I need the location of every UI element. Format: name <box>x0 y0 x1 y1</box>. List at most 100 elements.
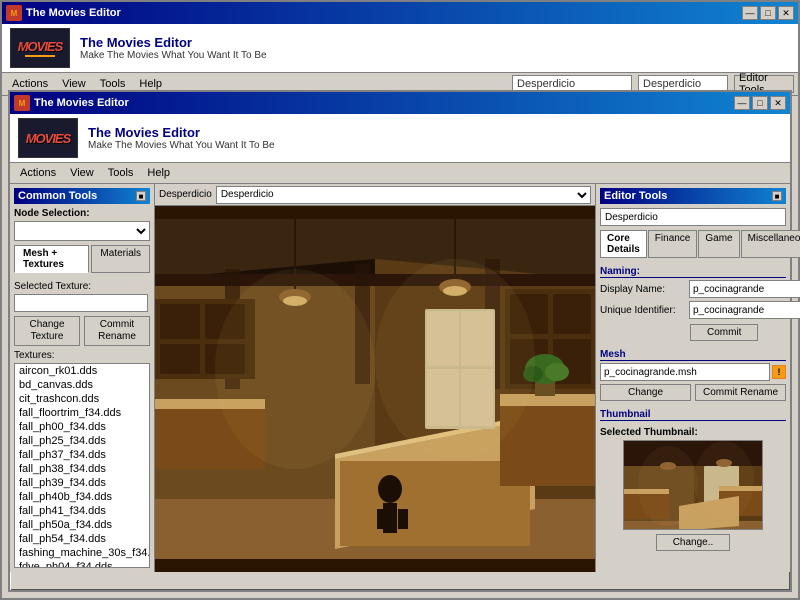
node-selection-label: Node Selection: <box>14 208 150 219</box>
inner-menu-help[interactable]: Help <box>141 165 176 181</box>
unique-id-label: Unique Identifier: <box>600 305 685 316</box>
naming-commit-button[interactable]: Commit <box>690 324 758 341</box>
editor-current-value[interactable] <box>600 208 786 226</box>
texture-btn-row: Change Texture Commit Rename <box>14 316 150 346</box>
search-text2: Desperdicio <box>643 78 701 90</box>
list-item[interactable]: fall_floortrim_f34.dds <box>15 406 149 420</box>
logo-movies-text: MOVIES <box>18 39 63 54</box>
inner-app-icon: M <box>14 95 30 111</box>
left-panel-icon[interactable]: ■ <box>136 191 146 201</box>
inner-app-subtitle: Make The Movies What You Want It To Be <box>88 140 275 151</box>
viewport-dropdown[interactable]: Desperdicio <box>216 186 591 204</box>
editor-tools-title-text: Editor Tools <box>604 190 667 202</box>
left-panel-title: Common Tools ■ <box>14 188 150 204</box>
inner-menu-bar: Actions View Tools Help <box>10 163 790 184</box>
maximize-button[interactable]: □ <box>760 6 776 20</box>
change-thumbnail-button[interactable]: Change.. <box>656 534 731 551</box>
right-panel: Editor Tools ■ Core Details Finance Game… <box>595 184 790 572</box>
tab-materials[interactable]: Materials <box>91 245 150 273</box>
mesh-input-field[interactable] <box>600 363 770 381</box>
inner-title-text: The Movies Editor <box>34 97 129 109</box>
search-text1: Desperdicio <box>517 78 575 90</box>
left-panel: Common Tools ■ Node Selection: Mesh + Te… <box>10 184 155 572</box>
thumbnail-section: Selected Thumbnail: <box>600 427 786 551</box>
texture-list[interactable]: aircon_rk01.dds bd_canvas.dds cit_trashc… <box>14 363 150 568</box>
list-item[interactable]: fall_ph39_f34.dds <box>15 476 149 490</box>
inner-close-button[interactable]: ✕ <box>770 96 786 110</box>
tab-core-details[interactable]: Core Details <box>600 230 647 258</box>
naming-section-header: Naming: <box>600 266 786 278</box>
minimize-button[interactable]: — <box>742 6 758 20</box>
outer-title-text: The Movies Editor <box>26 7 121 19</box>
list-item[interactable]: bd_canvas.dds <box>15 378 149 392</box>
viewport-scene <box>155 206 595 572</box>
viewport-top-bar: Desperdicio Desperdicio <box>155 184 595 206</box>
inner-app-title: The Movies Editor <box>88 125 275 140</box>
editor-tools-title: Editor Tools ■ <box>600 188 786 204</box>
selected-thumbnail-label: Selected Thumbnail: <box>600 427 786 438</box>
display-name-input[interactable] <box>689 280 800 298</box>
list-item[interactable]: cit_trashcon.dds <box>15 392 149 406</box>
list-item[interactable]: fall_ph40b_f34.dds <box>15 490 149 504</box>
app-icon: M <box>6 5 22 21</box>
tab-miscellaneous[interactable]: Miscellaneous <box>741 230 800 258</box>
app-subtitle: Make The Movies What You Want It To Be <box>80 50 267 61</box>
mesh-warning-icon[interactable]: ! <box>772 365 786 379</box>
list-item[interactable]: fall_ph54_f34.dds <box>15 532 149 546</box>
list-item[interactable]: fall_ph37_f34.dds <box>15 448 149 462</box>
tab-finance[interactable]: Finance <box>648 230 698 258</box>
viewport-label: Desperdicio <box>159 189 212 200</box>
texture-input-field[interactable] <box>14 294 148 312</box>
tab-game[interactable]: Game <box>698 230 739 258</box>
display-name-label: Display Name: <box>600 284 685 295</box>
inner-minimize-button[interactable]: — <box>734 96 750 110</box>
mesh-change-button[interactable]: Change <box>600 384 691 401</box>
mesh-section-header: Mesh <box>600 349 786 361</box>
app-header: MOVIES The Movies Editor Make The Movies… <box>2 24 798 73</box>
list-item[interactable]: fall_ph25_f34.dds <box>15 434 149 448</box>
inner-app-logo: MOVIES <box>18 118 78 158</box>
textures-label: Textures: <box>14 350 150 361</box>
left-tabs-row: Mesh + Textures Materials <box>14 245 150 273</box>
center-panel: Desperdicio Desperdicio <box>155 184 595 572</box>
list-item[interactable]: aircon_rk01.dds <box>15 364 149 378</box>
list-item[interactable]: fall_ph50a_f34.dds <box>15 518 149 532</box>
list-item[interactable]: fdve_ph04_f34.dds <box>15 560 149 568</box>
inner-app-title-area: The Movies Editor Make The Movies What Y… <box>88 125 275 151</box>
editor-tools-icon[interactable]: ■ <box>772 191 782 201</box>
display-name-row: Display Name: <box>600 280 786 298</box>
right-tabs-row: Core Details Finance Game Miscellaneous <box>600 230 786 258</box>
close-button[interactable]: ✕ <box>778 6 794 20</box>
outer-title-bar: M The Movies Editor — □ ✕ <box>2 2 798 24</box>
mesh-input-row: ! <box>600 363 786 381</box>
mesh-commit-rename-button[interactable]: Commit Rename <box>695 384 786 401</box>
thumbnail-preview <box>623 440 763 530</box>
thumbnail-section-header: Thumbnail <box>600 409 786 421</box>
change-texture-button[interactable]: Change Texture <box>14 316 80 346</box>
main-content: Common Tools ■ Node Selection: Mesh + Te… <box>10 184 790 572</box>
list-item[interactable]: fall_ph38_f34.dds <box>15 462 149 476</box>
list-item[interactable]: fashing_machine_30s_f34.dds <box>15 546 149 560</box>
app-title: The Movies Editor <box>80 35 267 50</box>
inner-app-header: MOVIES The Movies Editor Make The Movies… <box>10 114 790 163</box>
inner-menu-tools[interactable]: Tools <box>102 165 140 181</box>
inner-title-bar: M The Movies Editor — □ ✕ <box>10 92 790 114</box>
inner-maximize-button[interactable]: □ <box>752 96 768 110</box>
app-title-area: The Movies Editor Make The Movies What Y… <box>80 35 267 61</box>
unique-id-row: Unique Identifier: ! <box>600 301 786 319</box>
inner-window: M The Movies Editor — □ ✕ MOVIES The Mov… <box>8 90 792 592</box>
app-logo: MOVIES <box>10 28 70 68</box>
commit-rename-button[interactable]: Commit Rename <box>84 316 150 346</box>
texture-input-row <box>14 294 150 312</box>
inner-menu-view[interactable]: View <box>64 165 100 181</box>
tab-mesh-textures[interactable]: Mesh + Textures <box>14 245 89 273</box>
node-selection-dropdown[interactable] <box>14 221 150 241</box>
list-item[interactable]: fall_ph41_f34.dds <box>15 504 149 518</box>
left-panel-title-text: Common Tools <box>18 190 97 202</box>
mesh-btn-row: Change Commit Rename <box>600 384 786 401</box>
inner-menu-actions[interactable]: Actions <box>14 165 62 181</box>
unique-id-input[interactable] <box>689 301 800 319</box>
outer-window: M The Movies Editor — □ ✕ MOVIES The Mov… <box>0 0 800 600</box>
selected-texture-label: Selected Texture: <box>14 281 150 292</box>
list-item[interactable]: fall_ph00_f34.dds <box>15 420 149 434</box>
